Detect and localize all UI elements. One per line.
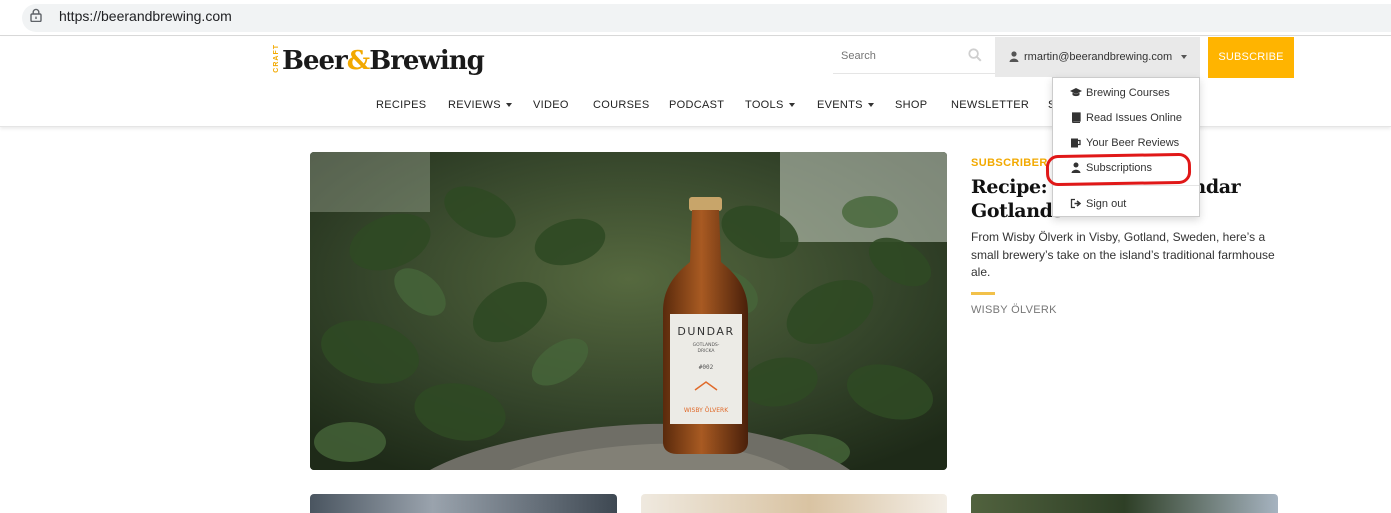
- account-email: rmartin@beerandbrewing.com: [1024, 51, 1173, 63]
- dropdown-label: Brewing Courses: [1086, 87, 1170, 99]
- nav-item-video[interactable]: VIDEO: [533, 99, 569, 111]
- nav-label: TOOLS: [745, 99, 784, 111]
- bottle-sub1: GOTLANDS-: [693, 342, 720, 348]
- hero-photo: DUNDAR GOTLANDS- DRICKA #002 WISBY ÖLVER…: [310, 152, 947, 470]
- nav-item-podcast[interactable]: PODCAST: [669, 99, 724, 111]
- logo-word-brewing: Brewing: [369, 46, 485, 76]
- logo-ampersand: &: [346, 46, 371, 76]
- account-menu-button[interactable]: rmartin@beerandbrewing.com: [995, 37, 1200, 77]
- nav-item-shop[interactable]: SHOP: [895, 99, 927, 111]
- dropdown-item-sign-out[interactable]: Sign out: [1053, 194, 1199, 214]
- search-input[interactable]: [841, 46, 961, 66]
- nav-item-tools[interactable]: TOOLS: [745, 99, 795, 111]
- nav-item-courses[interactable]: COURSES: [593, 99, 650, 111]
- story-card-image[interactable]: [310, 494, 617, 513]
- logo-craft-text: CRAFT: [273, 44, 280, 73]
- nav-label: PODCAST: [669, 99, 725, 111]
- bottle-sub2: DRICKA: [697, 348, 715, 354]
- bottle-brand: DUNDAR: [677, 325, 734, 338]
- hero-image[interactable]: DUNDAR GOTLANDS- DRICKA #002 WISBY ÖLVER…: [310, 152, 947, 470]
- chevron-down-icon: [788, 103, 795, 108]
- nav-label: EVENTS: [817, 99, 863, 111]
- story-kicker: SUBSCRIBER: [971, 157, 1048, 169]
- accent-rule: [971, 292, 995, 295]
- nav-item-reviews[interactable]: REVIEWS: [448, 99, 512, 111]
- story-dek: From Wisby Ölverk in Visby, Gotland, Swe…: [971, 230, 1275, 279]
- dropdown-label: Sign out: [1086, 198, 1127, 210]
- nav-label: REVIEWS: [448, 99, 501, 111]
- dropdown-label: Read Issues Online: [1086, 112, 1182, 124]
- lock-icon[interactable]: [30, 8, 42, 22]
- bottle-number: #002: [699, 364, 714, 371]
- nav-label: NEWSLETTER: [951, 99, 1030, 111]
- story-card-image[interactable]: [641, 494, 947, 513]
- annotation-highlight-circle: [1045, 152, 1192, 187]
- search-icon[interactable]: [968, 48, 982, 62]
- browser-address-bar: https://beerandbrewing.com: [0, 0, 1391, 36]
- nav-label: COURSES: [593, 99, 650, 111]
- dropdown-item-beer-reviews[interactable]: Your Beer Reviews: [1053, 133, 1199, 153]
- url-text[interactable]: https://beerandbrewing.com: [59, 8, 232, 24]
- chevron-down-icon: [1181, 55, 1187, 59]
- nav-item-newsletter[interactable]: NEWSLETTER: [951, 99, 1029, 111]
- sign-out-icon: [1070, 198, 1082, 209]
- bottle-maker: WISBY ÖLVERK: [684, 407, 729, 414]
- account-dropdown: Brewing Courses Read Issues Online Your …: [1052, 77, 1200, 217]
- dropdown-label: Your Beer Reviews: [1086, 137, 1180, 149]
- site-logo[interactable]: CRAFT Beer&Brewing: [273, 44, 485, 76]
- logo-word-beer: Beer: [282, 46, 348, 76]
- beer-icon: [1071, 138, 1081, 148]
- nav-item-events[interactable]: EVENTS: [817, 99, 874, 111]
- nav-item-recipes[interactable]: RECIPES: [376, 99, 426, 111]
- nav-label: VIDEO: [533, 99, 569, 111]
- chevron-down-icon: [867, 103, 874, 108]
- dropdown-item-read-issues[interactable]: Read Issues Online: [1053, 108, 1199, 128]
- story-byline[interactable]: WISBY ÖLVERK: [971, 304, 1057, 316]
- chevron-down-icon: [505, 103, 512, 108]
- user-icon: [1009, 51, 1019, 62]
- nav-label: RECIPES: [376, 99, 427, 111]
- dropdown-item-brewing-courses[interactable]: Brewing Courses: [1053, 83, 1199, 103]
- story-card-image[interactable]: [971, 494, 1278, 513]
- subscribe-button[interactable]: SUBSCRIBE: [1208, 37, 1294, 78]
- nav-label: SHOP: [895, 99, 928, 111]
- graduation-cap-icon: [1070, 88, 1082, 97]
- book-icon: [1072, 112, 1081, 123]
- logo-wordmark: Beer&Brewing: [282, 46, 485, 76]
